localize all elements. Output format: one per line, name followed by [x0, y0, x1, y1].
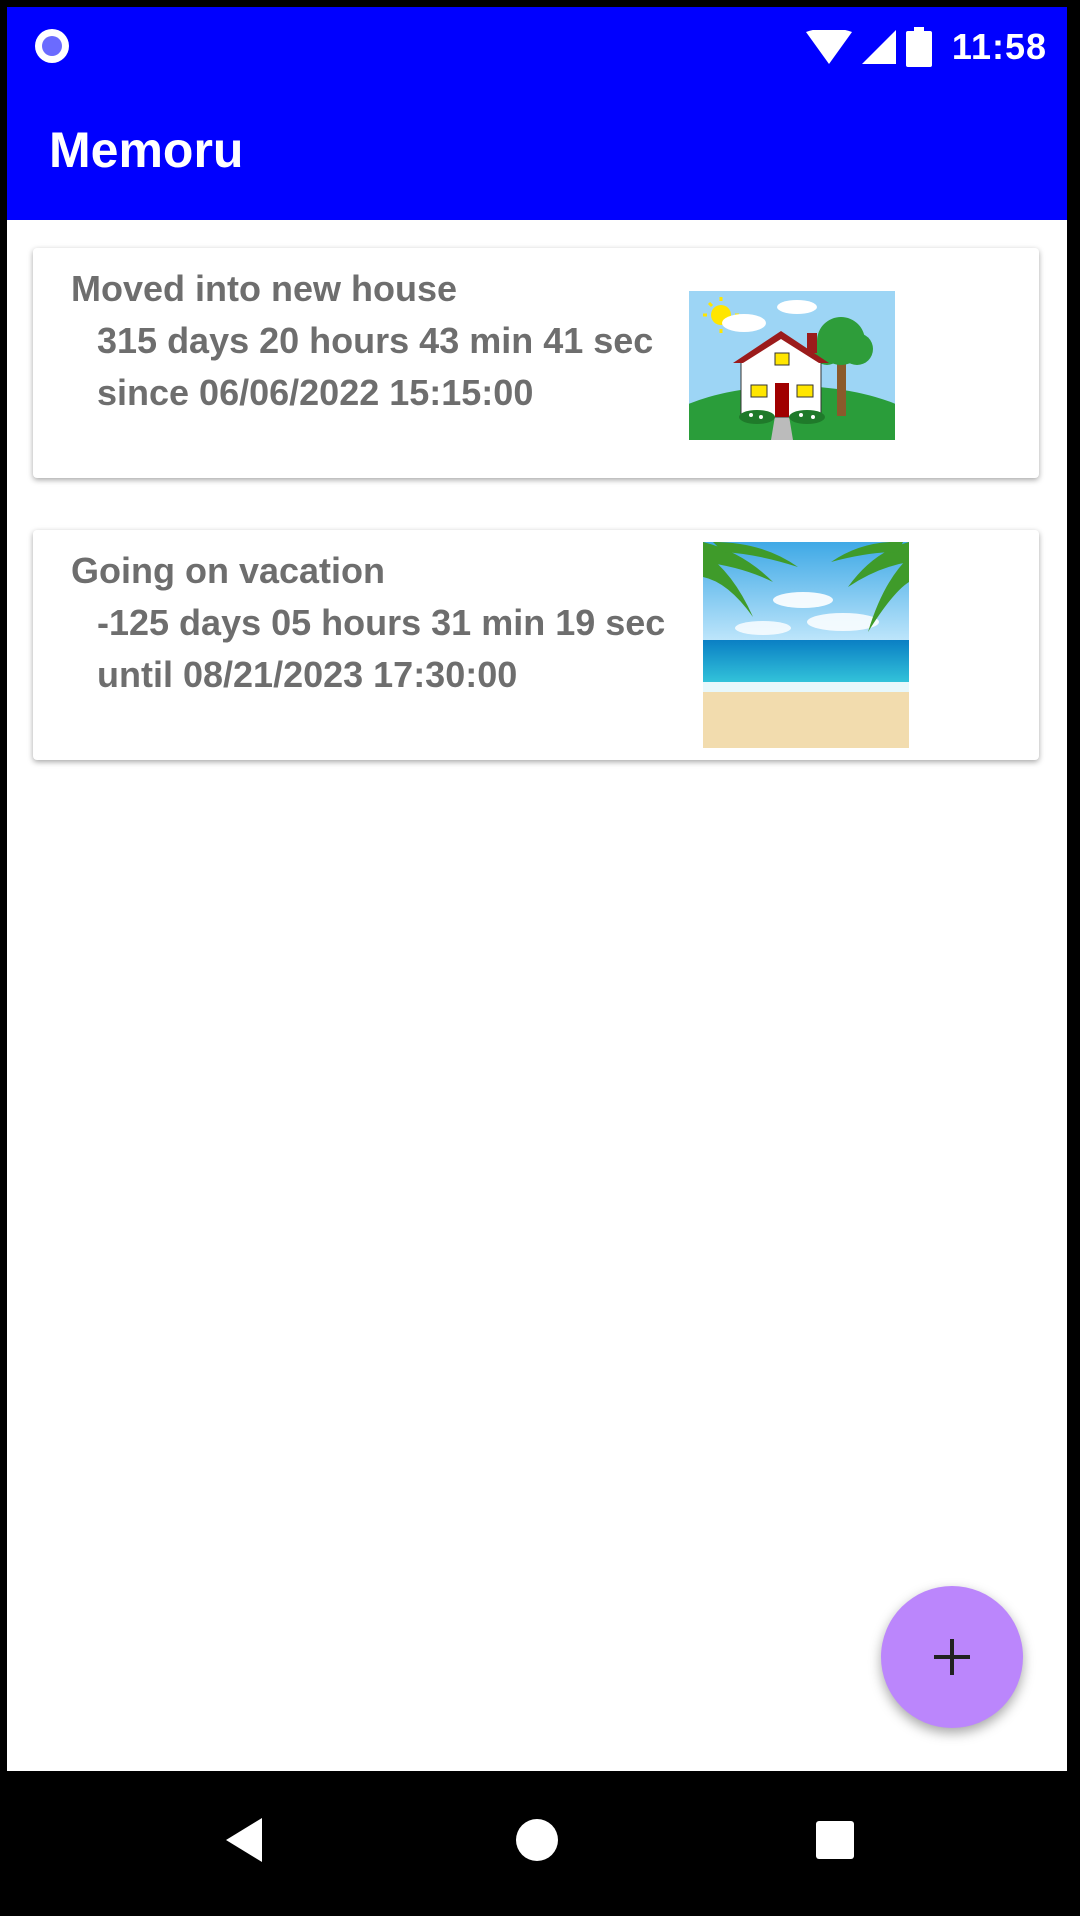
navigation-bar: [7, 1771, 1067, 1909]
add-memory-button[interactable]: [881, 1586, 1023, 1728]
memory-title: Moved into new house: [71, 268, 458, 309]
memory-elapsed: -125 days 05 hours 31 min 19 sec: [97, 602, 666, 643]
back-button[interactable]: [209, 1805, 279, 1875]
recents-button[interactable]: [800, 1805, 870, 1875]
page-title: Memoru: [49, 122, 244, 178]
app-screen: 11:58 Memoru Moved into new house 315 da…: [7, 7, 1067, 1909]
house-illustration: [689, 291, 895, 440]
home-button[interactable]: [502, 1805, 572, 1875]
recents-icon: [816, 1821, 854, 1859]
memory-title: Going on vacation: [71, 550, 386, 591]
memory-date: since 06/06/2022 15:15:00: [97, 372, 534, 413]
record-icon: [35, 29, 69, 63]
app-bar: Memoru: [7, 87, 1067, 220]
memory-elapsed: 315 days 20 hours 43 min 41 sec: [97, 320, 654, 361]
beach-illustration: [703, 542, 909, 748]
memory-card[interactable]: Going on vacation -125 days 05 hours 31 …: [33, 530, 1039, 760]
back-icon: [226, 1818, 262, 1862]
plus-icon: [934, 1639, 970, 1675]
status-icons: 11:58: [805, 25, 1047, 69]
home-icon: [516, 1819, 558, 1861]
wifi-icon: [805, 30, 852, 64]
memory-date: until 08/21/2023 17:30:00: [97, 654, 518, 695]
signal-icon: [861, 30, 896, 64]
status-time: 11:58: [951, 26, 1047, 67]
battery-icon: [905, 27, 932, 67]
status-bar: 11:58: [7, 7, 1067, 87]
memory-card[interactable]: Moved into new house 315 days 20 hours 4…: [33, 248, 1039, 478]
